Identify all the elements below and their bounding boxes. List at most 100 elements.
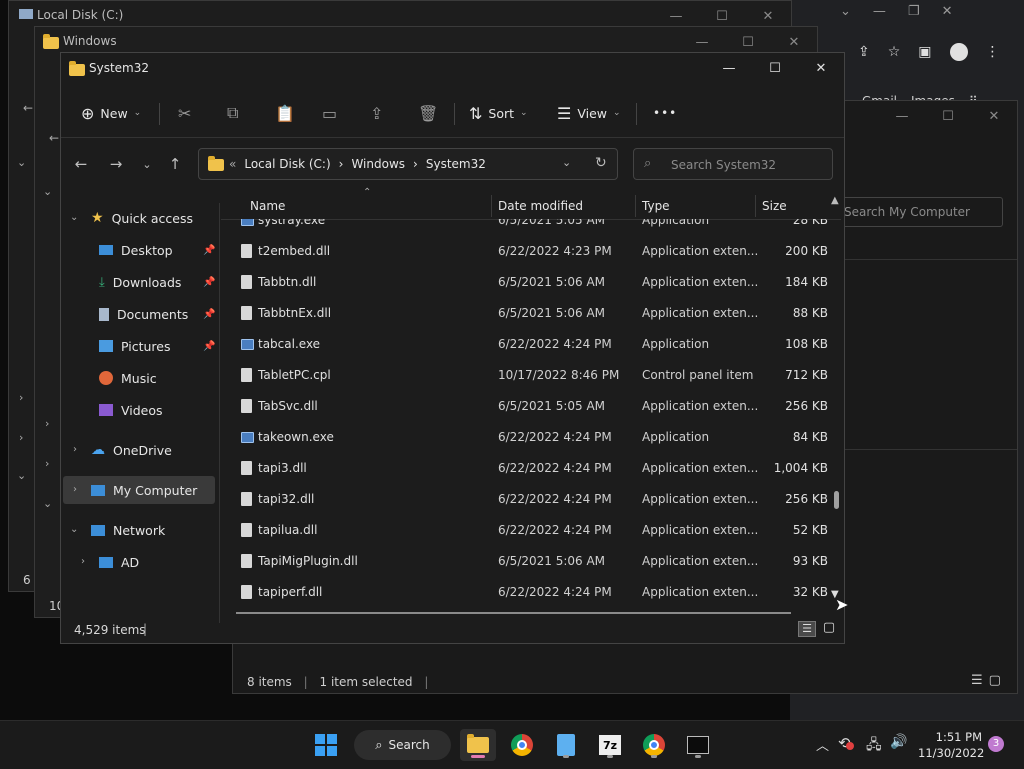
folder-icon	[69, 61, 85, 76]
up-arrow-icon[interactable]: ↑	[163, 153, 187, 175]
chevron-down-icon[interactable]: ⌄	[43, 185, 52, 198]
share-icon[interactable]: ⇪	[370, 101, 383, 125]
details-view-icon[interactable]: ☰	[798, 621, 816, 637]
minimize-icon[interactable]: —	[879, 101, 925, 131]
column-separator[interactable]	[635, 195, 636, 217]
refresh-icon[interactable]: ↻	[595, 155, 607, 171]
sort-button[interactable]: ⇅ Sort ⌄	[469, 101, 528, 125]
sidebar-icon[interactable]: ▣	[918, 44, 931, 60]
maximize-icon[interactable]: ☐	[925, 101, 971, 131]
recent-locations-chevron-icon[interactable]: ⌄	[135, 153, 159, 175]
search-input[interactable]: ⌕ Search System32	[633, 148, 833, 180]
chevron-down-icon[interactable]: ⌄	[840, 4, 851, 19]
file-row[interactable]: systray.exe 6/5/2021 5:05 AM Application 28…	[221, 219, 836, 236]
window-controls: — ☐ ✕	[879, 101, 1017, 131]
column-size[interactable]: Size	[762, 199, 787, 213]
application-file-icon	[241, 432, 254, 443]
copy-icon[interactable]: ⧉	[227, 101, 238, 125]
file-date-modified: 6/22/2022 4:24 PM	[498, 461, 612, 475]
file-date-modified: 6/22/2022 4:24 PM	[498, 337, 612, 351]
back-arrow-icon[interactable]: ←	[69, 153, 93, 175]
terminal-taskbar-app[interactable]	[680, 729, 716, 761]
file-size: 1,004 KB	[773, 461, 828, 475]
view-button[interactable]: ☰ View ⌄	[557, 101, 621, 125]
forward-arrow-icon[interactable]: →	[104, 153, 128, 175]
close-icon[interactable]: ✕	[971, 101, 1017, 131]
file-row[interactable]: TabletPC.cpl 10/17/2022 8:46 PM Control pa…	[221, 360, 836, 391]
file-row[interactable]: tapi32.dll 6/22/2022 4:24 PM Application e…	[221, 484, 836, 515]
tiles-view-icon[interactable]: ▢	[989, 673, 1001, 688]
network-icon[interactable]: 🖧	[866, 734, 882, 758]
back-arrow-icon[interactable]: ←	[49, 131, 59, 145]
chevron-right-icon[interactable]: ›	[45, 457, 49, 470]
dll-file-icon	[241, 585, 252, 599]
taskbar-search-button[interactable]: ⌕ Search	[354, 730, 451, 760]
chevron-right-icon[interactable]: ›	[19, 391, 23, 404]
plus-circle-icon: ⊕	[81, 103, 95, 123]
more-options-button[interactable]: •••	[653, 101, 677, 125]
tray-overflow-chevron-icon[interactable]: ︿	[816, 735, 829, 754]
search-input[interactable]: Search My Computer	[837, 197, 1003, 227]
scroll-up-arrow-icon[interactable]: ▲	[831, 195, 839, 206]
chevron-right-icon[interactable]: ›	[45, 417, 49, 430]
back-arrow-icon[interactable]: ←	[23, 101, 33, 115]
address-bar[interactable]: « Local Disk (C:) › Windows › System32 ⌄…	[198, 148, 618, 180]
file-row[interactable]: tapilua.dll 6/22/2022 4:24 PM Application …	[221, 515, 836, 546]
breadcrumb-overflow[interactable]: «	[229, 157, 236, 171]
file-row[interactable]: tapi3.dll 6/22/2022 4:24 PM Application ex…	[221, 453, 836, 484]
chevron-down-icon[interactable]: ⌄	[562, 156, 571, 169]
chevron-down-icon[interactable]: ⌄	[43, 497, 52, 510]
tiles-view-icon[interactable]: ▢	[820, 621, 838, 637]
item-count: 4,529 items	[74, 623, 146, 637]
file-row[interactable]: tapiperf.dll 6/22/2022 4:24 PM Application…	[221, 577, 836, 608]
share-icon[interactable]: ⇪	[858, 44, 870, 60]
column-separator[interactable]	[491, 195, 492, 217]
column-name[interactable]: Name	[250, 199, 285, 213]
cut-icon[interactable]: ✂	[178, 101, 191, 125]
file-explorer-taskbar-app[interactable]	[460, 729, 496, 761]
volume-icon[interactable]: 🔊	[890, 734, 907, 750]
rename-icon[interactable]: ▭	[322, 101, 337, 125]
file-row[interactable]: tabcal.exe 6/22/2022 4:24 PM Application 10…	[221, 329, 836, 360]
start-button[interactable]	[308, 729, 344, 761]
breadcrumb-system32[interactable]: System32	[426, 157, 486, 171]
close-icon[interactable]: ✕	[798, 53, 844, 83]
sync-alert-icon[interactable]: ⟲	[838, 734, 854, 752]
star-icon[interactable]: ☆	[888, 44, 901, 60]
menu-dots-icon[interactable]: ⋮	[986, 44, 1000, 60]
minimize-icon[interactable]: —	[706, 53, 752, 83]
breadcrumb-local-disk[interactable]: Local Disk (C:)	[244, 157, 330, 171]
column-date[interactable]: Date modified	[498, 199, 583, 213]
file-name: systray.exe	[258, 219, 326, 227]
file-name: TabletPC.cpl	[258, 368, 331, 382]
file-row[interactable]: Tabbtn.dll 6/5/2021 5:06 AM Application ex…	[221, 267, 836, 298]
minimize-icon[interactable]: —	[873, 4, 886, 19]
file-row[interactable]: TabbtnEx.dll 6/5/2021 5:06 AM Application …	[221, 298, 836, 329]
vertical-scrollbar-thumb[interactable]	[834, 491, 839, 509]
chevron-down-icon[interactable]: ⌄	[17, 469, 26, 482]
file-row[interactable]: takeown.exe 6/22/2022 4:24 PM Application 8…	[221, 422, 836, 453]
maximize-icon[interactable]: ☐	[752, 53, 798, 83]
details-view-icon[interactable]: ☰	[971, 673, 983, 688]
close-icon[interactable]: ✕	[942, 4, 953, 19]
new-button[interactable]: ⊕ New ⌄	[81, 101, 141, 125]
file-row[interactable]: t2embed.dll 6/22/2022 4:23 PM Application …	[221, 236, 836, 267]
file-row[interactable]: TapiMigPlugin.dll 6/5/2021 5:06 AM Applica…	[221, 546, 836, 577]
file-row[interactable]: TabSvc.dll 6/5/2021 5:05 AM Application ex…	[221, 391, 836, 422]
notepad-taskbar-app[interactable]	[548, 729, 584, 761]
chevron-down-icon[interactable]: ⌄	[17, 156, 26, 169]
restore-icon[interactable]: ❐	[908, 4, 920, 19]
breadcrumb-windows[interactable]: Windows	[351, 157, 405, 171]
column-type[interactable]: Type	[642, 199, 670, 213]
notification-badge[interactable]: 3	[988, 736, 1004, 752]
chrome-taskbar-app[interactable]	[504, 729, 540, 761]
column-separator[interactable]	[755, 195, 756, 217]
chrome-taskbar-app-2[interactable]	[636, 729, 672, 761]
paste-icon[interactable]: 📋	[275, 101, 295, 125]
chevron-right-icon[interactable]: ›	[19, 431, 23, 444]
horizontal-scrollbar-thumb[interactable]	[236, 612, 791, 614]
sevenzip-taskbar-app[interactable]: 7z	[592, 729, 628, 761]
clock[interactable]: 1:51 PM 11/30/2022	[918, 729, 984, 761]
delete-icon[interactable]: 🗑	[418, 101, 438, 125]
profile-icon[interactable]	[949, 43, 968, 61]
